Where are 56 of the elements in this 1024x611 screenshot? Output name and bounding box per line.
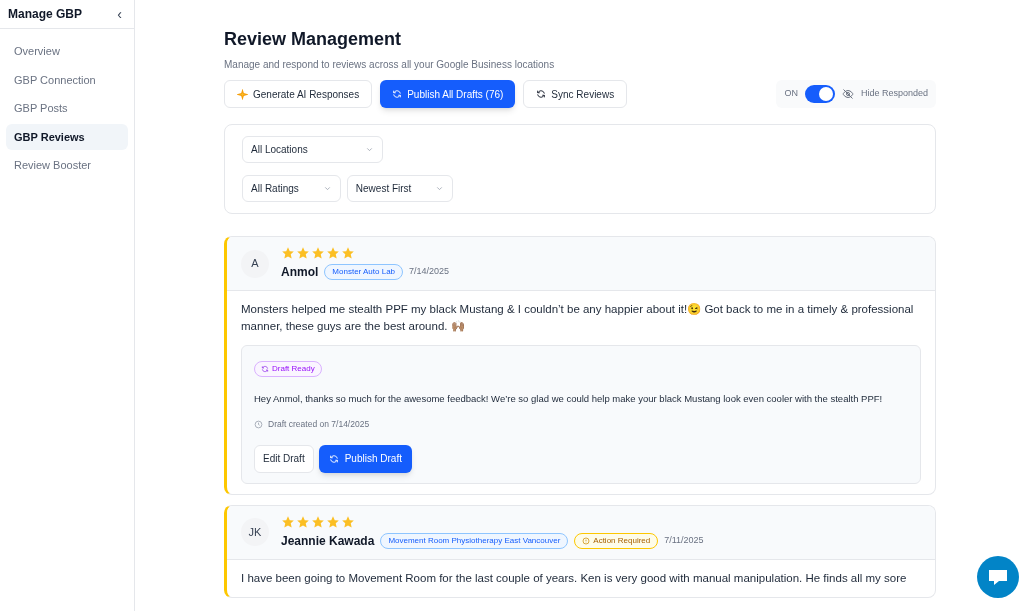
star-icon: [296, 246, 310, 260]
star-icon: [311, 246, 325, 260]
filter-dropdown[interactable]: All Ratings: [242, 175, 341, 202]
eye-off-icon: [841, 88, 854, 100]
sync-icon: [536, 89, 547, 99]
generate-button[interactable]: Generate AI Responses: [224, 80, 373, 108]
status-label: Action Required: [593, 534, 651, 547]
reviewer-name: Jeannie Kawada: [281, 532, 375, 550]
sync-icon: [261, 365, 269, 373]
star-icon: [341, 514, 355, 529]
star-icon: [326, 246, 340, 260]
publish-all-button[interactable]: Publish All Drafts (76): [380, 80, 516, 108]
star-icon: [311, 514, 325, 529]
star-icon: [281, 246, 295, 260]
avatar-initials: A: [241, 249, 269, 278]
sync-icon: [392, 89, 403, 99]
star-icon: [326, 514, 340, 529]
filter-dropdown[interactable]: Newest First: [346, 175, 454, 202]
sidebar-item[interactable]: Overview: [6, 38, 128, 65]
chevron-down-icon: [322, 184, 332, 193]
sync-icon: [328, 453, 339, 464]
sidebar-item[interactable]: GBP Reviews: [6, 123, 128, 150]
draft-status-label: Draft Ready: [272, 363, 315, 375]
publish-draft-button[interactable]: Publish Draft: [318, 444, 412, 473]
star-icon: [296, 514, 310, 529]
draft-text: Hey Anmol, thanks so much for the awesome feedback! We’re so glad we could help make your black Mustang look even cooler with the stealth PPF!: [254, 392, 884, 406]
sidebar-title: Manage GBP: [8, 6, 82, 23]
sparkle-icon: [237, 88, 248, 100]
review-text: I have been going to Movement Room for the last couple of years. Ken is very good with manual manipulation. He finds all my sore: [241, 570, 908, 586]
toggle-state: ON: [784, 87, 798, 101]
review-date: 7/14/2025: [409, 265, 450, 279]
page-title: Review Management: [224, 28, 403, 51]
chevron-down-icon: [435, 184, 445, 193]
sync-button[interactable]: Sync Reviews: [523, 80, 628, 108]
location-tag: Movement Room Physiotherapy East Vancouver: [380, 532, 569, 549]
location-tag: Monster Auto Lab: [324, 264, 404, 280]
edit-draft-button[interactable]: Edit Draft: [254, 444, 314, 473]
collapse-button[interactable]: ‹: [113, 3, 126, 25]
star-icon: [281, 514, 295, 529]
chevron-down-icon: [365, 145, 374, 154]
clock-icon: [254, 419, 263, 429]
sidebar-item[interactable]: Review Booster: [6, 152, 128, 179]
chat-bubble-button[interactable]: [977, 556, 1019, 598]
star-icon: [341, 246, 355, 260]
page-subtitle: Manage and respond to reviews across all your Google Business locations: [224, 58, 556, 72]
avatar-initials: JK: [241, 518, 269, 547]
info-icon: [582, 536, 591, 545]
sidebar-item[interactable]: GBP Connection: [6, 66, 128, 93]
reviewer-name: Anmol: [281, 264, 319, 281]
review-text: Monsters helped me stealth PPF my black Mustang & I couldn’t be any happier about it!😉 Got back to me in a timely & professional manner, these guys are the best around. 🙌🏽: [241, 302, 915, 334]
toggle-switch[interactable]: [804, 85, 835, 103]
draft-date: Draft created on 7/14/2025: [268, 418, 370, 431]
sidebar-item[interactable]: GBP Posts: [6, 95, 128, 122]
toggle-label: Hide Responded: [860, 87, 928, 101]
review-date: 7/11/2025: [664, 534, 704, 547]
filter-dropdown[interactable]: All Locations: [242, 136, 383, 163]
